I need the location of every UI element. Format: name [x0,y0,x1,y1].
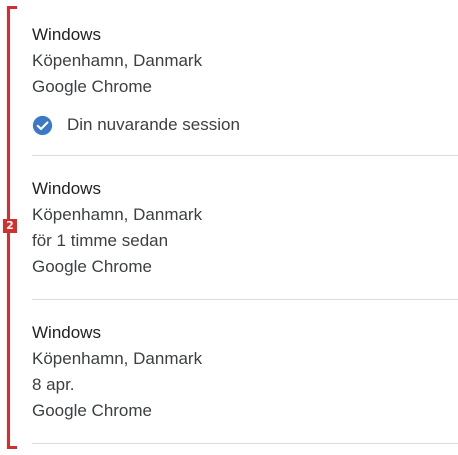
session-os: Windows [32,323,101,342]
session-os: Windows [32,179,101,198]
check-circle-icon [32,115,53,135]
session-browser: Google Chrome [32,257,153,276]
session-last-active: 8 apr. [32,375,75,394]
session-item[interactable]: Windows Köpenhamn, Danmark Google Chrome… [32,22,458,156]
session-last-active: för 1 timme sedan [32,231,169,250]
session-location: Köpenhamn, Danmark [32,205,203,224]
session-browser: Google Chrome [32,401,153,420]
step-badge: 2 [3,219,17,233]
session-browser: Google Chrome [32,77,153,96]
session-os: Windows [32,25,101,44]
session-item[interactable]: Windows Köpenhamn, Danmark 8 apr. Google… [32,300,458,444]
session-location: Köpenhamn, Danmark [32,51,203,70]
session-location: Köpenhamn, Danmark [32,349,203,368]
current-session-indicator: Din nuvarande session [32,112,458,138]
current-session-label: Din nuvarande session [67,115,240,134]
session-list: Windows Köpenhamn, Danmark Google Chrome… [32,22,458,444]
session-item[interactable]: Windows Köpenhamn, Danmark för 1 timme s… [32,156,458,300]
